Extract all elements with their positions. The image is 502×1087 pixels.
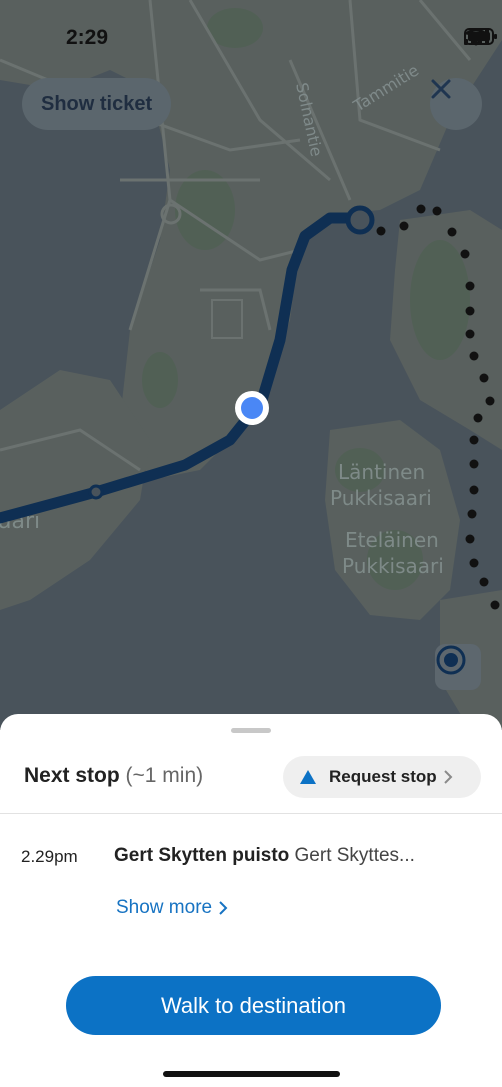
request-stop-icon <box>300 770 316 784</box>
walk-to-destination-button[interactable]: Walk to destination <box>66 976 441 1035</box>
locate-me-button[interactable] <box>435 644 481 690</box>
chevron-right-icon <box>219 901 228 915</box>
divider <box>0 813 502 814</box>
show-more-link[interactable]: Show more <box>116 897 228 919</box>
stop-name: Gert Skytten puisto <box>114 845 290 866</box>
destination-stop-marker <box>345 205 375 235</box>
status-time: 2:29 <box>66 26 109 49</box>
island-label-etelainen: Eteläinen <box>345 528 439 552</box>
close-button[interactable] <box>430 78 482 130</box>
close-icon <box>431 79 451 99</box>
show-ticket-button[interactable]: Show ticket <box>22 78 172 130</box>
bottom-sheet: Next stop (~1 min) Request stop 2.29pm G… <box>0 714 502 1087</box>
request-stop-button[interactable]: Request stop <box>283 756 481 798</box>
island-label-etelainen-2: Pukkisaari <box>342 554 444 578</box>
stop-name-row: Gert Skytten puisto Gert Skyttes... <box>114 845 415 867</box>
show-more-label: Show more <box>116 897 213 918</box>
next-stop-eta: (~1 min) <box>125 764 204 787</box>
island-label-lantinen: Läntinen <box>338 460 425 484</box>
island-label-lantinen-2: Pukkisaari <box>330 486 432 510</box>
next-stop-label: Next stop <box>24 764 120 787</box>
battery-icon <box>464 28 497 45</box>
stop-time: 2.29pm <box>21 847 78 866</box>
map-view[interactable]: Solnantie Tammitie Läntinen Pukkisaari E… <box>0 0 502 730</box>
home-indicator <box>163 1071 340 1077</box>
status-bar: 2:29 <box>0 0 502 70</box>
route-stop-marker <box>88 484 104 500</box>
stop-subname: Gert Skyttes... <box>294 845 415 866</box>
sheet-grabber[interactable] <box>231 728 271 733</box>
chevron-right-icon <box>443 770 453 784</box>
next-stop-heading: Next stop (~1 min) <box>24 764 203 788</box>
request-stop-label: Request stop <box>329 767 437 786</box>
locate-me-icon <box>436 645 466 675</box>
